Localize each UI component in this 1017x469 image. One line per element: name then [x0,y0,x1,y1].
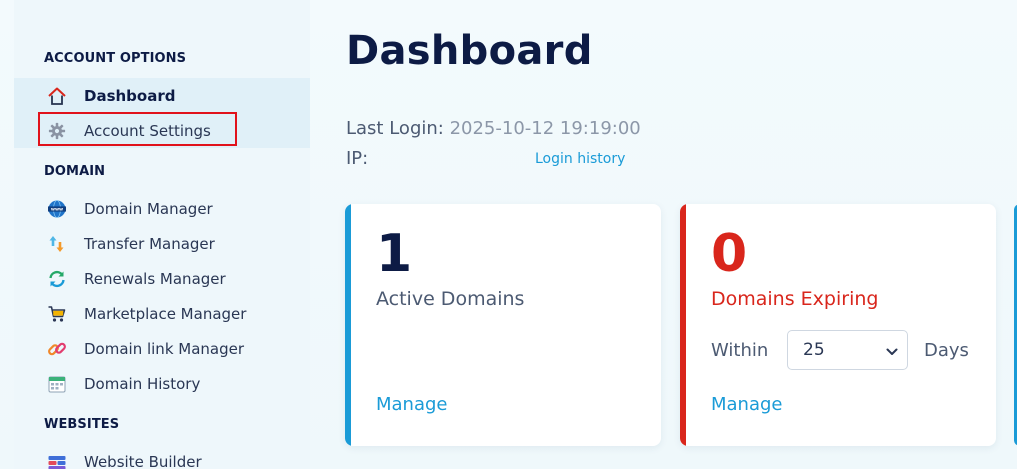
domains-expiring-card: 0 Domains Expiring Within 25 Days Manage [680,204,996,446]
sidebar-item-domain-link-manager[interactable]: Domain link Manager [14,331,310,366]
sidebar-item-label: Website Builder [84,452,202,469]
svg-text:www: www [51,207,63,212]
sidebar-item-dashboard[interactable]: Dashboard [14,78,310,113]
ip-label: IP: [346,148,369,169]
page-title: Dashboard [346,28,593,74]
login-history-link[interactable]: Login history [535,151,625,167]
sidebar-item-website-builder[interactable]: Website Builder [14,444,310,469]
sidebar-item-label: Transfer Manager [84,234,215,253]
active-domains-count: 1 [376,224,413,284]
expiring-domains-count: 0 [711,224,748,284]
calendar-icon [47,374,67,394]
last-login-value: 2025-10-12 19:19:00 [449,118,641,139]
sidebar-item-account-settings[interactable]: Account Settings [14,113,310,148]
sidebar-item-label: Dashboard [84,86,176,105]
section-title-domain: DOMAIN [44,164,106,179]
card-accent-stripe [345,204,351,446]
sidebar-item-domain-history[interactable]: Domain History [14,366,310,401]
active-domains-manage-link[interactable]: Manage [376,394,448,415]
cart-icon [47,304,67,324]
within-label: Within [711,339,769,361]
sidebar-item-label: Account Settings [84,121,211,140]
chevron-down-icon [885,344,899,364]
sidebar-item-marketplace-manager[interactable]: Marketplace Manager [14,296,310,331]
expiring-domains-label: Domains Expiring [711,288,879,310]
home-icon [47,86,67,106]
last-login-label: Last Login: [346,118,444,139]
sidebar-item-label: Domain Manager [84,199,213,218]
section-title-account-options: ACCOUNT OPTIONS [44,51,187,66]
sidebar-item-label: Domain History [84,374,201,393]
last-login: Last Login: 2025-10-12 19:19:00 [346,118,641,139]
sidebar-item-label: Domain link Manager [84,339,245,358]
expiring-days-select[interactable]: 25 [787,330,908,370]
expiring-domains-manage-link[interactable]: Manage [711,394,783,415]
link-icon [47,339,67,359]
expiring-days-value: 25 [803,340,825,360]
sidebar-item-label: Renewals Manager [84,269,226,288]
sidebar-item-renewals-manager[interactable]: Renewals Manager [14,261,310,296]
sidebar-item-transfer-manager[interactable]: Transfer Manager [14,226,310,261]
dashboard-page: ACCOUNT OPTIONS Dashboard Account Settin… [0,0,1017,469]
www-globe-icon: www [47,199,67,219]
transfer-arrows-icon [47,234,67,254]
sidebar: ACCOUNT OPTIONS Dashboard Account Settin… [14,0,310,469]
sidebar-item-label: Marketplace Manager [84,304,247,323]
active-domains-card: 1 Active Domains Manage [345,204,661,446]
sidebar-item-domain-manager[interactable]: www Domain Manager [14,191,310,226]
active-domains-label: Active Domains [376,288,525,310]
gear-icon [47,121,67,141]
days-label: Days [924,339,969,361]
website-builder-icon [47,452,67,469]
card-accent-stripe [680,204,686,446]
refresh-icon [47,269,67,289]
section-title-websites: WEBSITES [44,417,120,432]
